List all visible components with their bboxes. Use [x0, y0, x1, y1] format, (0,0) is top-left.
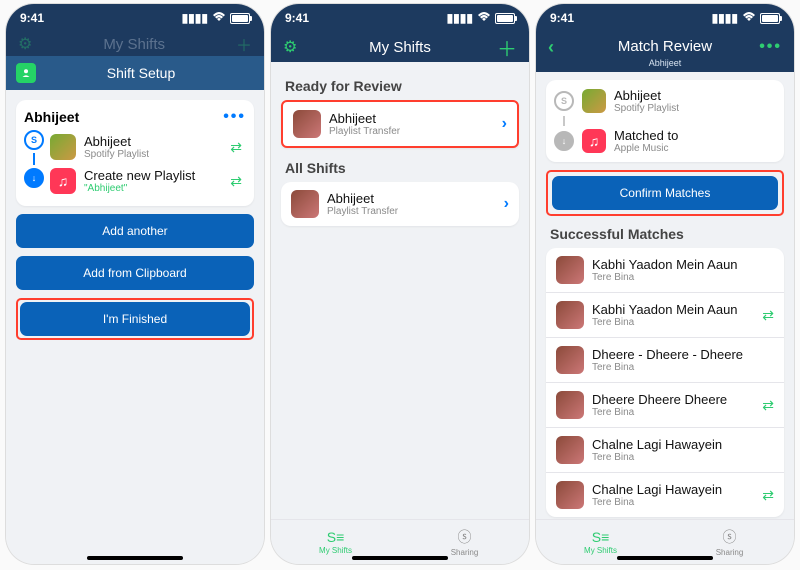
track-thumb [556, 256, 584, 284]
sharing-icon: ⓢ [723, 527, 737, 547]
screen-my-shifts: 9:41 ▮▮▮▮ ⚙ My Shifts ＋ Ready for Review… [271, 4, 529, 564]
status-time: 9:41 [285, 11, 309, 25]
track-thumb [556, 346, 584, 374]
flow-indicator: S ↓ [24, 130, 44, 198]
ready-review-item[interactable]: Abhijeet Playlist Transfer › [283, 102, 517, 146]
status-time: 9:41 [20, 11, 44, 25]
track-thumb [556, 436, 584, 464]
section-all-label: All Shifts [285, 160, 515, 176]
source-circle-icon: S [24, 130, 44, 150]
dest-ring-icon: ↓ [554, 131, 574, 151]
plus-icon: ＋ [236, 32, 252, 56]
screen-match-review: 9:41 ▮▮▮▮ ‹ Match Review ••• Abhijeet S [536, 4, 794, 564]
panel-title: Shift Setup [48, 65, 234, 81]
battery-icon [495, 13, 515, 24]
source-name: Abhijeet [84, 134, 222, 149]
swap-icon[interactable]: ⇄ [230, 173, 242, 190]
match-row[interactable]: Kabhi Yaadon Mein AaunTere Bina [546, 248, 784, 292]
match-row[interactable]: Dheere - Dheere - DheereTere Bina [546, 337, 784, 382]
section-success-label: Successful Matches [550, 226, 780, 242]
playlist-thumb [291, 190, 319, 218]
shifts-icon: S≡ [327, 529, 345, 545]
spotify-icon [582, 89, 606, 113]
add-button[interactable]: ＋ [487, 33, 517, 62]
signal-icon: ▮▮▮▮ [447, 11, 473, 25]
screen-shift-setup: 9:41 ▮▮▮▮ ⚙ My Shifts ＋ Shift Setup [6, 4, 264, 564]
all-shifts-item[interactable]: Abhijeet Playlist Transfer › [281, 182, 519, 226]
match-row[interactable]: Dheere Dheere DheereTere Bina⇄ [546, 382, 784, 427]
battery-icon [760, 13, 780, 24]
chevron-right-icon: › [504, 195, 509, 213]
page-title: Match Review [578, 39, 752, 56]
dest-circle-icon: ↓ [24, 168, 44, 188]
playlist-thumb [293, 110, 321, 138]
add-from-clipboard-button[interactable]: Add from Clipboard [16, 256, 254, 290]
swap-icon[interactable]: ⇄ [230, 139, 242, 156]
wifi-icon [742, 11, 756, 25]
status-bar: 9:41 ▮▮▮▮ [536, 4, 794, 32]
page-title: My Shifts [313, 39, 487, 56]
contact-icon [16, 63, 36, 83]
signal-icon: ▮▮▮▮ [712, 11, 738, 25]
track-thumb [556, 391, 584, 419]
swap-icon[interactable]: ⇄ [762, 487, 774, 504]
home-indicator[interactable] [87, 556, 183, 560]
card-menu-icon[interactable]: ••• [223, 108, 246, 126]
confirm-matches-button[interactable]: Confirm Matches [552, 176, 778, 210]
matches-list: Kabhi Yaadon Mein AaunTere BinaKabhi Yaa… [546, 248, 784, 517]
signal-icon: ▮▮▮▮ [182, 11, 208, 25]
match-row[interactable]: Chalne Lagi HawayeinTere Bina⇄ [546, 472, 784, 517]
swap-icon[interactable]: ⇄ [762, 307, 774, 324]
settings-button[interactable]: ⚙ [283, 37, 313, 57]
add-another-button[interactable]: Add another [16, 214, 254, 248]
status-bar: 9:41 ▮▮▮▮ [271, 4, 529, 32]
dest-name: Create new Playlist [84, 168, 222, 183]
apple-music-icon: ♫ [50, 168, 76, 194]
page-subtitle: Abhijeet [536, 58, 794, 72]
section-ready-label: Ready for Review [285, 78, 515, 94]
back-button[interactable]: ‹ [548, 37, 578, 58]
shifts-icon: S≡ [592, 529, 610, 545]
match-flow-panel: S Abhijeet Spotify Playlist ↓ ♫ Matched … [546, 80, 784, 162]
sharing-icon: ⓢ [458, 527, 472, 547]
card-title: Abhijeet [24, 109, 79, 125]
match-row[interactable]: Kabhi Yaadon Mein AaunTere Bina⇄ [546, 292, 784, 337]
gear-icon: ⚙ [18, 34, 32, 54]
track-thumb [556, 481, 584, 509]
dest-sub: "Abhijeet" [84, 183, 222, 194]
home-indicator[interactable] [352, 556, 448, 560]
wifi-icon [212, 11, 226, 25]
chevron-right-icon: › [502, 115, 507, 133]
status-bar: 9:41 ▮▮▮▮ [6, 4, 264, 32]
source-sub: Spotify Playlist [84, 149, 222, 160]
status-time: 9:41 [550, 11, 574, 25]
track-thumb [556, 301, 584, 329]
battery-icon [230, 13, 250, 24]
match-row[interactable]: Chalne Lagi HawayeinTere Bina [546, 427, 784, 472]
swap-icon[interactable]: ⇄ [762, 397, 774, 414]
apple-music-icon: ♫ [582, 129, 606, 153]
source-ring-icon: S [554, 91, 574, 111]
home-indicator[interactable] [617, 556, 713, 560]
spotify-icon [50, 134, 76, 160]
shift-card: Abhijeet ••• S ↓ Abhijeet Spotify Playli… [16, 100, 254, 206]
panel-header: Shift Setup [6, 56, 264, 90]
dimmed-header: ⚙ My Shifts ＋ [6, 32, 264, 56]
more-button[interactable]: ••• [752, 38, 782, 56]
im-finished-button[interactable]: I'm Finished [20, 302, 250, 336]
wifi-icon [477, 11, 491, 25]
